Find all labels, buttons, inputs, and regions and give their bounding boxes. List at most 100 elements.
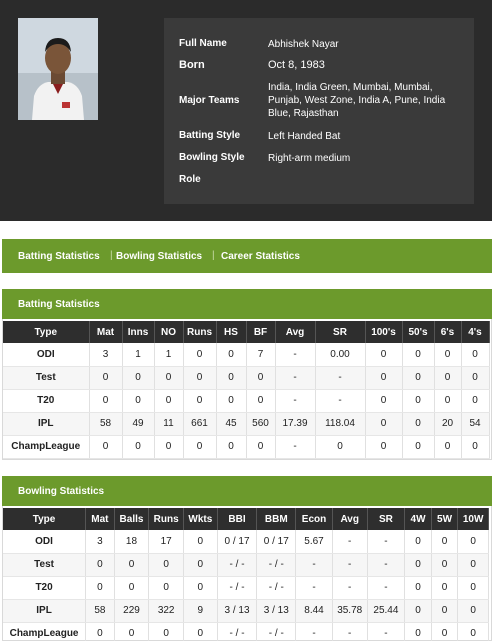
batting-cell: 45: [216, 412, 247, 436]
table-row: IPL 58 49 11 661 45 560 17.39 118.04 0 0 20 54: [3, 412, 490, 436]
batting-cell: 7: [246, 343, 276, 367]
full-name-label: Full Name: [179, 38, 227, 49]
batting-cell: -: [275, 343, 316, 367]
bowling-cell: 0: [457, 576, 489, 600]
bowling-cell: 0: [183, 622, 218, 641]
bowling-column-header: Wkts: [183, 508, 218, 530]
bowling-cell: 0 / 17: [256, 530, 297, 554]
batting-column-header: SR: [315, 321, 366, 343]
bowling-cell: 0: [457, 599, 489, 623]
batting-cell: 11: [154, 412, 184, 436]
bowling-row-type: IPL: [3, 599, 87, 623]
batting-cell: 0: [183, 389, 217, 413]
tab-separator: |: [212, 250, 215, 261]
batting-cell: 0: [122, 366, 155, 390]
bowling-cell: -: [367, 530, 406, 554]
bowling-cell: -: [332, 622, 368, 641]
tab-batting-statistics[interactable]: Batting Statistics: [18, 251, 100, 262]
batting-column-header: NO: [154, 321, 184, 343]
bowling-column-header: Balls: [114, 508, 150, 530]
major-teams-value: India, India Green, Mumbai, Mumbai, Punj…: [268, 82, 446, 119]
batting-cell: 0: [365, 412, 403, 436]
batting-cell: 0: [246, 435, 276, 459]
bowling-cell: 9: [183, 599, 218, 623]
bowling-cell: 0: [431, 576, 459, 600]
bowling-cell: 3 / 13: [256, 599, 297, 623]
batting-row-type: ODI: [3, 343, 90, 367]
table-row: T20 0 0 0 0- / -- / ----000: [3, 576, 489, 600]
batting-column-header: Avg: [275, 321, 316, 343]
batting-cell: 0: [216, 389, 247, 413]
table-row: ChampLeague 0 0 0 0- / -- / ----000: [3, 622, 489, 641]
bowling-cell: -: [295, 576, 333, 600]
bowling-cell: 0: [457, 553, 489, 577]
batting-cell: 0: [461, 389, 490, 413]
table-row: ODI 3 1 1 0 0 7-0.00 0 0 0 0: [3, 343, 490, 367]
batting-cell: -: [275, 389, 316, 413]
bowling-column-header: BBI: [217, 508, 258, 530]
tab-bowling-statistics[interactable]: Bowling Statistics: [116, 251, 202, 262]
bowling-cell: -: [332, 576, 368, 600]
batting-column-header: Type: [3, 321, 90, 343]
batting-cell: 0: [122, 435, 155, 459]
batting-column-header: Runs: [183, 321, 217, 343]
batting-cell: -: [275, 435, 316, 459]
bowling-cell: 229: [114, 599, 150, 623]
bowling-cell: 0: [148, 622, 184, 641]
batting-cell: 0: [434, 435, 462, 459]
batting-cell: 0: [315, 435, 366, 459]
bowling-cell: 0: [148, 576, 184, 600]
batting-cell: 0: [461, 343, 490, 367]
bowling-column-header: Mat: [85, 508, 115, 530]
table-row: ODI 3 18 17 0 0 / 17 0 / 17 5.67- -0 0 0: [3, 530, 489, 554]
batting-cell: -: [315, 366, 366, 390]
tab-career-statistics[interactable]: Career Statistics: [221, 251, 300, 262]
batting-row-type: ChampLeague: [3, 435, 90, 459]
bowling-cell: - / -: [217, 553, 258, 577]
batting-column-header: 4's: [461, 321, 490, 343]
batting-cell: 49: [122, 412, 155, 436]
batting-cell: 0: [402, 435, 435, 459]
bowling-section-title: Bowling Statistics: [18, 486, 105, 497]
major-teams-label: Major Teams: [179, 95, 240, 106]
bowling-cell: - / -: [217, 576, 258, 600]
batting-cell: -: [315, 389, 366, 413]
bowling-cell: -: [295, 553, 333, 577]
bowling-cell: 3 / 13: [217, 599, 258, 623]
bowling-cell: 0: [431, 599, 459, 623]
bowling-cell: 5.67: [295, 530, 333, 554]
batting-cell: 0: [154, 389, 184, 413]
bowling-cell: 0: [404, 576, 432, 600]
batting-cell: 0: [365, 389, 403, 413]
batting-column-header: Inns: [122, 321, 155, 343]
bowling-cell: 0: [114, 553, 150, 577]
bowling-header-row: Type Mat Balls Runs Wkts BBI BBM Econ Avg SR 4W 5W 1…: [3, 508, 489, 530]
batting-cell: 0: [154, 366, 184, 390]
batting-column-header: 100's: [365, 321, 403, 343]
bowling-row-type: T20: [3, 576, 87, 600]
batting-section-header: Batting Statistics: [2, 289, 492, 319]
batting-cell: 0: [183, 435, 217, 459]
batting-header-row: Type Mat Inns NO Runs HS BF Avg SR 100's 50's 6's 4'…: [3, 321, 490, 343]
bowling-cell: -: [367, 576, 406, 600]
bowling-cell: 18: [114, 530, 150, 554]
batting-cell: 560: [246, 412, 276, 436]
batting-cell: 0: [402, 366, 435, 390]
batting-cell: 0: [89, 435, 123, 459]
bowling-cell: 0: [114, 576, 150, 600]
bowling-cell: 0: [183, 576, 218, 600]
batting-style-label: Batting Style: [179, 130, 241, 141]
batting-cell: 0: [365, 343, 403, 367]
bowling-style-label: Bowling Style: [179, 152, 245, 163]
batting-column-header: 6's: [434, 321, 462, 343]
bowling-cell: -: [332, 553, 368, 577]
bowling-column-header: BBM: [256, 508, 297, 530]
bowling-cell: -: [367, 553, 406, 577]
bowling-cell: - / -: [256, 576, 297, 600]
batting-cell: -: [275, 366, 316, 390]
bowling-cell: -: [367, 622, 406, 641]
bowling-cell: 0: [404, 599, 432, 623]
batting-cell: 0: [402, 389, 435, 413]
batting-cell: 0: [154, 435, 184, 459]
batting-cell: 0: [216, 343, 247, 367]
